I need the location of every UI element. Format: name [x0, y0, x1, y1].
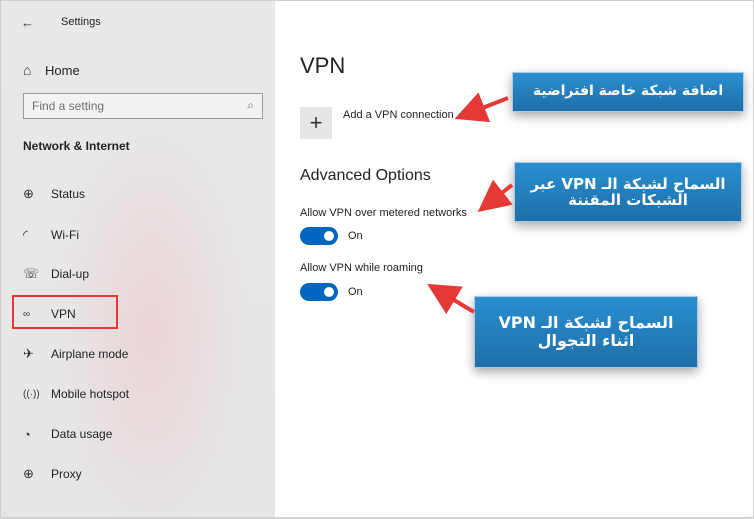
- sidebar-item-status[interactable]: ⊕ Status: [23, 183, 85, 205]
- hotspot-icon: ((·)): [23, 388, 40, 400]
- globe-icon: ⊕: [23, 186, 34, 201]
- callout-metered-text-2: الشبكات المقننة: [568, 191, 688, 209]
- sidebar-item-mobile-hotspot[interactable]: ((·)) Mobile hotspot: [23, 383, 129, 405]
- callout-add-vpn: اضافة شبكة خاصة افتراضية: [512, 72, 744, 112]
- roaming-option-label: Allow VPN while roaming: [300, 262, 423, 274]
- sidebar-item-dialup[interactable]: ☏ Dial-up: [23, 263, 89, 285]
- plus-icon: +: [309, 110, 323, 135]
- home-icon: ⌂: [23, 62, 32, 78]
- airplane-icon: ✈: [23, 346, 34, 361]
- sidebar-item-label: Proxy: [51, 467, 82, 481]
- callout-roaming-text-1: السماح لشبكة الـ VPN: [498, 313, 674, 333]
- roaming-toggle-state: On: [348, 286, 363, 298]
- add-vpn-label[interactable]: Add a VPN connection: [343, 109, 454, 121]
- sidebar-item-label: Dial-up: [51, 267, 90, 281]
- search-input[interactable]: Find a setting: [32, 99, 104, 113]
- home-label: Home: [45, 62, 80, 78]
- vpn-highlight-box: [12, 295, 118, 329]
- proxy-icon: ⊕: [23, 466, 34, 481]
- sidebar-item-label: Mobile hotspot: [51, 387, 130, 401]
- advanced-options-heading: Advanced Options: [300, 167, 431, 184]
- data-usage-icon: ◔: [23, 426, 31, 442]
- sidebar-item-airplane-mode[interactable]: ✈ Airplane mode: [23, 343, 128, 365]
- metered-toggle[interactable]: [300, 227, 338, 245]
- sidebar-item-label: Data usage: [51, 427, 113, 441]
- window-title: Settings: [61, 16, 101, 28]
- sidebar-item-data-usage[interactable]: ◔ Data usage: [23, 423, 112, 445]
- callout-add-text: اضافة شبكة خاصة افتراضية: [532, 83, 724, 100]
- sidebar-item-home[interactable]: ⌂ Home: [23, 59, 80, 81]
- search-icon[interactable]: ⌕: [247, 98, 254, 113]
- sidebar-item-wifi[interactable]: ◜ Wi-Fi: [23, 224, 79, 246]
- dialup-icon: ☏: [23, 266, 40, 281]
- sidebar: ← Settings ⌂ Home Find a setting ⌕ Netwo…: [1, 1, 275, 517]
- sidebar-item-proxy[interactable]: ⊕ Proxy: [23, 463, 82, 485]
- section-title: Network & Internet: [23, 139, 130, 153]
- sidebar-item-label: Wi-Fi: [51, 228, 79, 242]
- wifi-icon: ◜: [23, 227, 29, 242]
- add-vpn-button[interactable]: +: [300, 107, 332, 139]
- roaming-toggle[interactable]: [300, 283, 338, 301]
- sidebar-item-label: Status: [51, 187, 86, 201]
- callout-roaming-text-2: اثناء التجوال: [537, 331, 635, 350]
- metered-toggle-state: On: [348, 230, 363, 242]
- callout-metered-text-1: السماح لشبكة الـ VPN عبر: [530, 174, 726, 193]
- search-box[interactable]: Find a setting ⌕: [23, 93, 263, 119]
- sidebar-item-label: Airplane mode: [51, 347, 129, 361]
- callout-metered: السماح لشبكة الـ VPN عبر الشبكات المقننة: [514, 162, 742, 222]
- callout-roaming: السماح لشبكة الـ VPN اثناء التجوال: [474, 296, 698, 368]
- page-title: VPN: [300, 53, 346, 78]
- metered-option-label: Allow VPN over metered networks: [300, 207, 467, 219]
- back-arrow-icon[interactable]: ←: [21, 15, 34, 30]
